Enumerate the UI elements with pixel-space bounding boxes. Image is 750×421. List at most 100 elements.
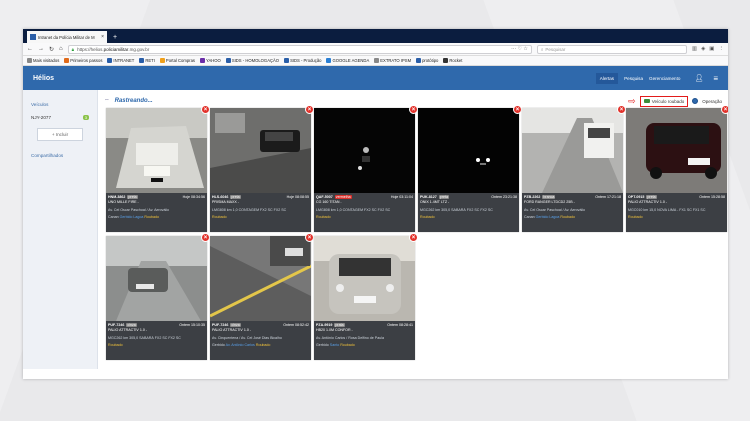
back-icon[interactable]: ← [27,46,33,52]
bookmark-item[interactable]: GOOGLE AGENDA [326,58,369,63]
app-header: Hélios Alertas Pesquisa Gerenciamento 👤︎… [23,66,728,90]
bookmark-item[interactable]: REТI [139,58,155,63]
sidebar-item-njy-2077[interactable]: NJY-2077 3 [31,115,89,120]
bookmark-label: Mais visitados [33,58,60,63]
new-tab-button[interactable]: + [113,34,117,41]
color-tag: vermelha [334,195,352,200]
bookmark-item[interactable]: SIDS - HOMOLOGAÇÃO [225,58,279,63]
hamburger-menu-icon[interactable]: ≡ [713,74,718,83]
satellite-icon: ⌔ [104,99,110,105]
vehicle-photo[interactable] [314,108,415,193]
bookmark-item[interactable]: Rocket [443,58,462,63]
forward-icon[interactable]: → [38,46,44,52]
timestamp: Ontem 15:10:35 [179,323,205,327]
alert-card[interactable]: × HNM-3862 preta Hoje 08:34:56 UNO MILLE FIR… [106,105,210,232]
url-bar[interactable]: 🔒︎ https://helios. policiamilitar .mg.gov.… [67,44,532,54]
vehicle-model: HB20 1.0M CONFOR - [316,328,353,333]
location-link[interactable]: Santo [330,343,339,347]
location-link[interactable]: Av. Antônio Carlos [226,343,255,347]
menu-gerenciamento[interactable]: Gerenciamento [649,76,680,81]
close-icon[interactable]: × [305,233,314,242]
reload-icon[interactable]: ↻ [49,46,54,53]
bookmark-item[interactable]: Mais visitados [27,58,59,63]
favicon-icon [30,34,36,40]
status-label: Roubado [255,343,271,348]
menu-pesquisa[interactable]: Pesquisa [624,76,643,81]
sidebar: Veículos NJY-2077 3 + Incluir Compartilh… [23,90,98,369]
vehicle-photo[interactable] [106,236,207,321]
alert-card[interactable]: × PUF-7246 cinza Ontem 15:10:35 PALIO ATTRAC… [106,233,210,360]
extension-icon[interactable]: ◈ [701,46,705,52]
menu-alertas[interactable]: Alertas [595,72,619,84]
color-tag: preta [127,195,138,200]
alert-card[interactable]: × PZB-2262 branca Ontem 17:21:18 FORD RANGER… [522,105,626,232]
alert-card[interactable]: × PZA-9919 prata Ontem 08:28:41 HB20 1.0M CO… [314,233,418,360]
vehicle-photo[interactable] [210,108,311,193]
location-text: Av. Cel Oscar Paschoal / Av. Aeroválio [108,207,170,212]
plate-number: HLS-6046 [212,195,229,199]
bookmark-icon [326,58,332,63]
alert-card[interactable]: × HLS-6046 preta Hoje 08:08:55 PRISMA MAXX -… [210,105,314,232]
sidebar-compartilhados[interactable]: Compartilhados [31,153,89,158]
user-icon[interactable]: 👤︎ [694,74,703,82]
incluir-button[interactable]: + Incluir [37,128,83,141]
sidebar-veiculos[interactable]: Veículos [31,102,89,107]
search-field[interactable]: ⌕ Pesquisar [536,44,687,54]
vehicle-photo[interactable] [418,108,519,193]
alert-card[interactable]: × QAF-5007 vermelha Hoje 03:11:04 CG 160 TIT… [314,105,418,232]
vehicle-model: PALIO ATTRACTIV 1.0 - [628,200,668,205]
location-link[interactable]: Gerbido Lagoa [536,215,560,219]
location-link[interactable]: Gerbido Lagoa [120,215,144,219]
bookmark-item[interactable]: protótipo [416,58,438,63]
screenshot-icon[interactable]: ▣ [709,46,714,52]
bookmark-item[interactable]: Primeiros passos [64,58,102,63]
browser-tab[interactable]: Intranet da Polícia Militar de M × [27,31,107,43]
alert-card[interactable]: × PUK-8127 preta Ontem 23:21:38 ONIX 1.4MT L… [418,105,522,232]
bookmark-item[interactable]: EXTRATO IPSM [374,58,411,63]
location-detail: Roubado [316,215,413,219]
library-icon[interactable]: ▥ [692,46,697,52]
close-icon[interactable]: × [201,105,210,114]
alert-card[interactable]: × PUF-7246 cinza Ontem 08:52:42 PALIO ATTRAC… [210,233,314,360]
close-icon[interactable]: × [409,233,418,242]
close-icon[interactable]: × [409,105,418,114]
bookmark-item[interactable]: YAHOO [200,58,221,63]
vehicle-photo[interactable] [626,108,727,193]
bookmark-label: REТI [145,58,155,63]
bookmark-label: INTRANET [113,58,135,63]
bookmark-label: Portal Compras [165,58,195,63]
veiculo-roubado-option[interactable]: Veículo roubado [639,95,689,107]
color-tag: cinza [230,323,241,328]
operacao-radio[interactable] [692,98,699,104]
close-icon[interactable]: × [513,105,522,114]
status-label: Roubado [316,215,331,220]
close-icon[interactable]: × [201,233,210,242]
card-info: HNM-3862 preta Hoje 08:34:56 UNO MILLE FIRE… [106,193,207,232]
vehicle-photo[interactable] [314,236,415,321]
close-icon[interactable]: × [305,105,314,114]
alert-card[interactable]: × OPT-0915 preta Ontem 15:28:58 PALIO ATTRAC… [626,105,728,232]
url-actions[interactable]: ··· ♡ ☆ [511,46,528,52]
plate-number: PUK-8127 [420,195,437,199]
tab-close-icon[interactable]: × [101,34,104,40]
bookmark-item[interactable]: Portal Compras [159,58,195,63]
vehicle-model: ONIX 1.4MT LTZ - [420,200,450,205]
close-icon[interactable]: × [721,105,728,114]
vehicle-model: PALIO ATTRACTIV 1.0 - [108,328,148,333]
bookmark-item[interactable]: SIDS - Produção [284,58,321,63]
main-panel: ⌔ Rastreando... ⇨ Veículo roubado Operaç… [98,90,728,369]
location-text: MGC262 km 305,0 SABARÁ FX2 SC FX2 SC [108,335,181,340]
app-brand[interactable]: Hélios [33,75,54,82]
vehicle-photo[interactable] [210,236,311,321]
home-icon[interactable]: ⌂ [59,46,63,52]
bookmark-label: SIDS - Produção [290,58,322,63]
bookmark-item[interactable]: INTRANET [107,58,134,63]
vehicle-photo[interactable] [106,108,207,193]
count-badge: 3 [82,115,89,120]
location-text: LMG808 km 1,0 CONTAGEM FX2 SC FX2 SC [316,207,391,212]
vehicle-photo[interactable] [522,108,623,193]
close-icon[interactable]: × [617,105,626,114]
overflow-icon[interactable]: ⋮ [719,46,725,52]
search-icon: ⌕ [540,46,544,52]
timestamp: Hoje 03:11:04 [390,195,413,199]
